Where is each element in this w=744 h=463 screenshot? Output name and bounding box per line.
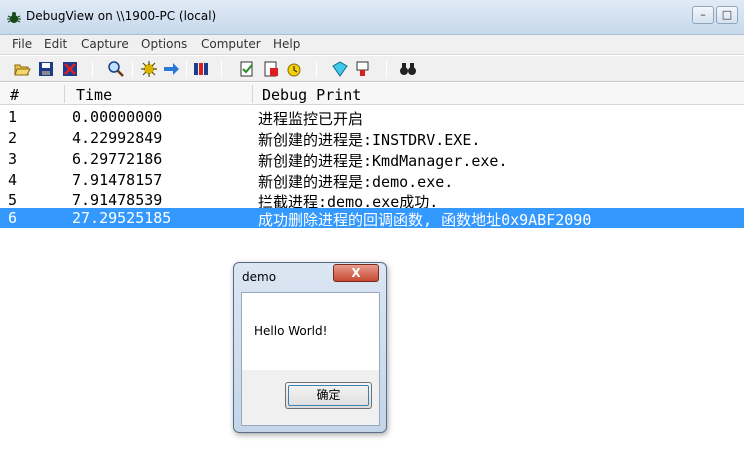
menu-bar: File Edit Capture Options Computer Help bbox=[0, 35, 744, 55]
column-header-number[interactable]: # bbox=[10, 86, 19, 104]
toolbar-separator bbox=[132, 60, 133, 78]
toolbar-separator bbox=[316, 60, 317, 78]
list-row[interactable]: 4 7.91478157 新创建的进程是:demo.exe. bbox=[0, 170, 744, 191]
row-debug-text: 成功删除进程的回调函数, 函数地址0x9ABF2090 bbox=[258, 211, 592, 229]
column-divider[interactable] bbox=[64, 85, 65, 103]
menu-capture[interactable]: Capture bbox=[81, 37, 129, 51]
list-header: # Time Debug Print bbox=[0, 83, 744, 105]
list-row-selected[interactable]: 6 27.29525185 成功删除进程的回调函数, 函数地址0x9ABF209… bbox=[0, 208, 744, 229]
menu-file[interactable]: File bbox=[12, 37, 32, 51]
properties-icon[interactable] bbox=[331, 60, 349, 78]
toolbar bbox=[0, 56, 744, 82]
row-debug-text: 新创建的进程是:KmdManager.exe. bbox=[258, 152, 508, 170]
menu-help[interactable]: Help bbox=[273, 37, 300, 51]
window-title: DebugView on \\1900-PC (local) bbox=[26, 9, 217, 23]
row-time: 7.91478157 bbox=[72, 171, 163, 189]
clock-time-icon[interactable] bbox=[238, 60, 256, 78]
highlight-icon[interactable] bbox=[285, 60, 303, 78]
capture-icon[interactable] bbox=[140, 60, 158, 78]
open-icon[interactable] bbox=[13, 60, 31, 78]
find-icon[interactable] bbox=[107, 60, 125, 78]
row-number: 5 bbox=[8, 191, 18, 209]
menu-computer[interactable]: Computer bbox=[201, 37, 261, 51]
row-number: 4 bbox=[8, 171, 18, 189]
row-number: 1 bbox=[8, 108, 18, 126]
column-divider[interactable] bbox=[252, 85, 253, 103]
binoculars-icon[interactable] bbox=[399, 60, 417, 78]
row-time: 27.29525185 bbox=[72, 209, 172, 227]
list-row[interactable]: 2 4.22992849 新创建的进程是:INSTDRV.EXE. bbox=[0, 128, 744, 149]
row-debug-text: 新创建的进程是:demo.exe. bbox=[258, 173, 454, 191]
row-debug-text: 新创建的进程是:INSTDRV.EXE. bbox=[258, 131, 481, 149]
minimize-button[interactable]: – bbox=[692, 6, 714, 24]
message-dialog[interactable]: demo X Hello World! 确定 bbox=[233, 262, 387, 433]
row-number: 6 bbox=[8, 209, 18, 227]
title-bar[interactable]: DebugView on \\1900-PC (local) – □ bbox=[0, 0, 744, 35]
dialog-close-button[interactable]: X bbox=[333, 264, 379, 282]
row-number: 3 bbox=[8, 150, 18, 168]
row-time: 0.00000000 bbox=[72, 108, 163, 126]
row-time: 6.29772186 bbox=[72, 150, 163, 168]
row-time: 7.91478539 bbox=[72, 191, 163, 209]
list-row[interactable]: 3 6.29772186 新创建的进程是:KmdManager.exe. bbox=[0, 149, 744, 170]
save-icon[interactable] bbox=[37, 60, 55, 78]
dialog-title: demo bbox=[242, 270, 277, 284]
row-time: 4.22992849 bbox=[72, 129, 163, 147]
dialog-message: Hello World! bbox=[254, 324, 328, 338]
column-header-time[interactable]: Time bbox=[76, 86, 112, 104]
toolbar-separator bbox=[92, 60, 93, 78]
debugview-bug-icon bbox=[7, 12, 21, 23]
menu-options[interactable]: Options bbox=[141, 37, 187, 51]
list-row[interactable]: 1 0.00000000 进程监控已开启 bbox=[0, 107, 744, 128]
column-header-debug-print[interactable]: Debug Print bbox=[262, 86, 361, 104]
filter-funnel-icon[interactable] bbox=[354, 60, 372, 78]
history-icon[interactable] bbox=[262, 60, 280, 78]
menu-edit[interactable]: Edit bbox=[44, 37, 67, 51]
dialog-body: Hello World! 确定 bbox=[241, 292, 380, 426]
clear-icon[interactable] bbox=[61, 60, 79, 78]
toolbar-separator bbox=[386, 60, 387, 78]
row-debug-text: 进程监控已开启 bbox=[258, 110, 364, 128]
toolbar-separator bbox=[221, 60, 222, 78]
dialog-message-area: Hello World! bbox=[242, 293, 379, 370]
ok-button[interactable]: 确定 bbox=[285, 382, 372, 409]
maximize-button[interactable]: □ bbox=[716, 6, 738, 24]
row-number: 2 bbox=[8, 129, 18, 147]
list-row[interactable]: 5 7.91478539 拦截进程:demo.exe成功. bbox=[0, 190, 744, 211]
filter-icon[interactable] bbox=[192, 60, 210, 78]
autoscroll-icon[interactable] bbox=[162, 60, 180, 78]
toolbar-separator bbox=[186, 60, 187, 78]
